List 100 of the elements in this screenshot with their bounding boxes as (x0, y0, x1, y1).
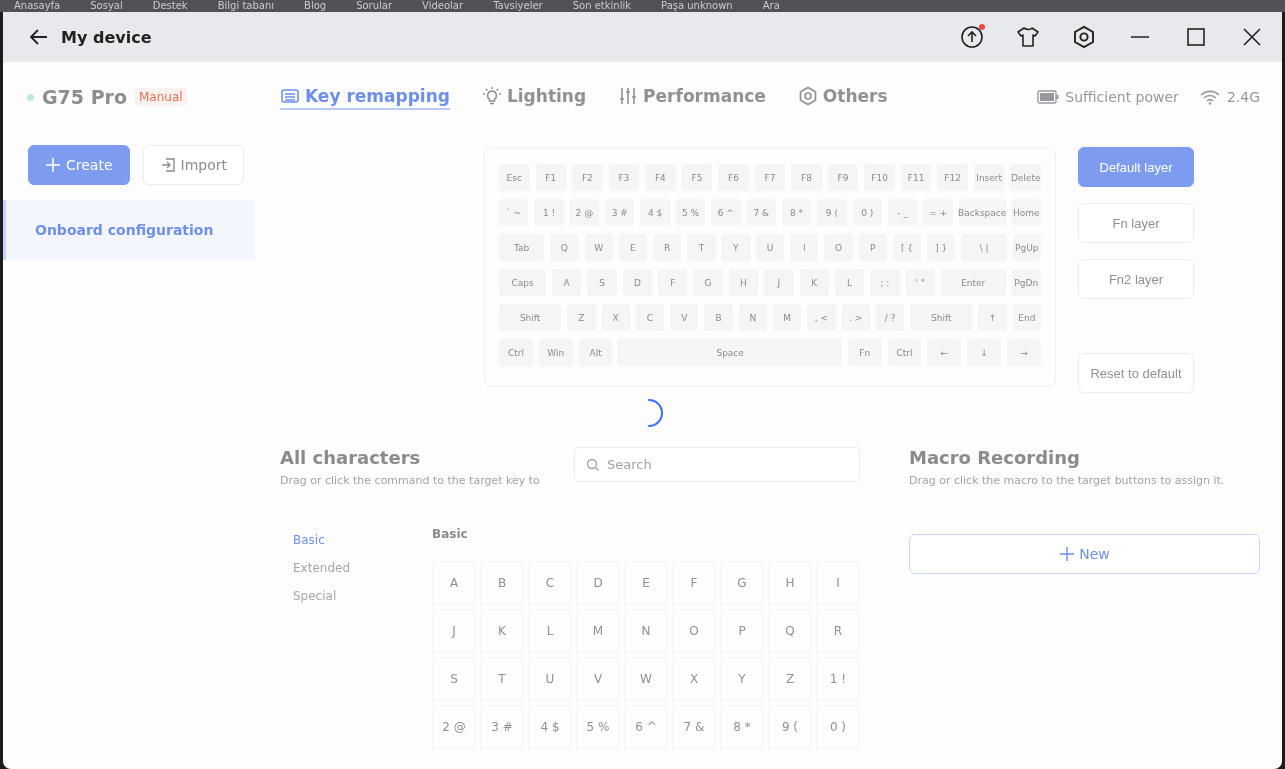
tab[interactable]: Performance (618, 84, 766, 110)
keyboard-key[interactable]: I (790, 234, 819, 261)
character-key[interactable]: O (672, 609, 716, 653)
character-key[interactable]: U (528, 657, 572, 701)
category-item[interactable]: Special (293, 589, 337, 603)
keyboard-key[interactable]: 3 # (605, 199, 635, 226)
character-key[interactable]: W (624, 657, 668, 701)
keyboard-key[interactable]: J (764, 269, 794, 296)
keyboard-key[interactable]: F11 (900, 164, 932, 191)
shirt-icon[interactable] (1016, 25, 1040, 49)
character-key[interactable]: E (624, 561, 668, 605)
search-field[interactable]: Search (574, 447, 860, 482)
character-key[interactable]: Q (768, 609, 812, 653)
character-key[interactable]: M (576, 609, 620, 653)
keyboard-key[interactable]: . > (841, 304, 870, 331)
keyboard-key[interactable]: F5 (681, 164, 713, 191)
keyboard-key[interactable]: 4 $ (640, 199, 670, 226)
keyboard-key[interactable]: P (858, 234, 887, 261)
character-key[interactable]: A (432, 561, 476, 605)
character-key[interactable]: F (672, 561, 716, 605)
keyboard-key[interactable]: [ { (892, 234, 922, 261)
keyboard-key[interactable]: S (587, 269, 617, 296)
character-key[interactable]: 0 ) (816, 705, 860, 749)
keyboard-key[interactable]: F3 (608, 164, 640, 191)
keyboard-key[interactable]: Caps (499, 269, 546, 296)
keyboard-key[interactable]: Delete (1010, 164, 1041, 191)
keyboard-key[interactable]: H (728, 269, 759, 296)
import-button[interactable]: Import (142, 145, 244, 185)
keyboard-key[interactable]: ; : (870, 269, 900, 296)
keyboard-key[interactable]: F9 (827, 164, 859, 191)
character-key[interactable]: T (480, 657, 524, 701)
keyboard-key[interactable]: F12 (937, 164, 968, 191)
tab[interactable]: Others (797, 84, 888, 110)
keyboard-key[interactable]: 5 % (675, 199, 706, 226)
character-key[interactable]: 6 ^ (624, 705, 668, 749)
keyboard-key[interactable]: Ctrl (499, 339, 533, 366)
character-key[interactable]: X (672, 657, 716, 701)
keyboard-key[interactable]: X (601, 304, 630, 331)
upload-icon[interactable] (960, 25, 984, 49)
tab[interactable]: Key remapping (280, 84, 450, 110)
keyboard-key[interactable]: F (658, 269, 688, 296)
keyboard-key[interactable]: A (552, 269, 582, 296)
sidebar-item[interactable]: Onboard configuration (3, 200, 255, 260)
keyboard-key[interactable]: N (738, 304, 768, 331)
keyboard-key[interactable]: Space (618, 339, 842, 366)
character-key[interactable]: K (480, 609, 524, 653)
keyboard-key[interactable]: V (670, 304, 699, 331)
keyboard-key[interactable]: Tab (499, 234, 545, 261)
keyboard-key[interactable]: Backspace (958, 199, 1006, 226)
keyboard-key[interactable]: \ | (961, 234, 1007, 261)
keyboard-key[interactable]: 0 ) (852, 199, 882, 226)
layer-button[interactable]: Default layer (1078, 147, 1194, 187)
keyboard-key[interactable]: , < (807, 304, 836, 331)
character-key[interactable]: 8 * (720, 705, 764, 749)
keyboard-key[interactable]: 6 ^ (711, 199, 741, 226)
keyboard-key[interactable]: End (1012, 304, 1042, 331)
keyboard-key[interactable]: Home (1011, 199, 1041, 226)
character-key[interactable]: 1 ! (816, 657, 860, 701)
character-key[interactable]: I (816, 561, 860, 605)
keyboard-key[interactable]: Shift (910, 304, 973, 331)
keyboard-key[interactable]: = + (923, 199, 953, 226)
keyboard-key[interactable]: 2 @ (569, 199, 600, 226)
keyboard-key[interactable]: → (1007, 339, 1041, 366)
keyboard-key[interactable]: Fn (847, 339, 882, 366)
keyboard-key[interactable]: C (635, 304, 665, 331)
back-arrow-icon[interactable] (29, 27, 49, 47)
keyboard-key[interactable]: O (824, 234, 853, 261)
keyboard-key[interactable]: 9 ( (817, 199, 847, 226)
keyboard-key[interactable]: K (799, 269, 829, 296)
layer-button[interactable]: Fn2 layer (1078, 259, 1194, 299)
keyboard-key[interactable]: Y (721, 234, 750, 261)
keyboard-key[interactable]: Z (567, 304, 596, 331)
tab[interactable]: Lighting (481, 84, 587, 110)
keyboard-key[interactable]: Shift (499, 304, 562, 331)
keyboard-key[interactable]: F8 (791, 164, 822, 191)
layer-button[interactable]: Fn layer (1078, 203, 1194, 243)
keyboard-key[interactable]: F4 (645, 164, 676, 191)
keyboard-key[interactable]: M (773, 304, 802, 331)
keyboard-key[interactable]: Win (538, 339, 573, 366)
character-key[interactable]: 9 ( (768, 705, 812, 749)
keyboard-key[interactable]: 8 * (781, 199, 812, 226)
character-key[interactable]: Y (720, 657, 764, 701)
create-button[interactable]: Create (28, 145, 130, 185)
character-key[interactable]: G (720, 561, 764, 605)
keyboard-key[interactable]: Ctrl (887, 339, 922, 366)
keyboard-key[interactable]: ↑ (978, 304, 1007, 331)
keyboard-key[interactable]: Alt (578, 339, 613, 366)
character-key[interactable]: L (528, 609, 572, 653)
keyboard-key[interactable]: G (693, 269, 723, 296)
character-key[interactable]: D (576, 561, 620, 605)
keyboard-key[interactable]: E (618, 234, 648, 261)
character-key[interactable]: P (720, 609, 764, 653)
character-key[interactable]: J (432, 609, 476, 653)
character-key[interactable]: N (624, 609, 668, 653)
character-key[interactable]: 3 # (480, 705, 524, 749)
character-key[interactable]: C (528, 561, 572, 605)
keyboard-key[interactable]: Esc (499, 164, 530, 191)
keyboard-key[interactable]: F1 (535, 164, 567, 191)
keyboard-key[interactable]: B (704, 304, 733, 331)
keyboard-key[interactable]: D (622, 269, 653, 296)
